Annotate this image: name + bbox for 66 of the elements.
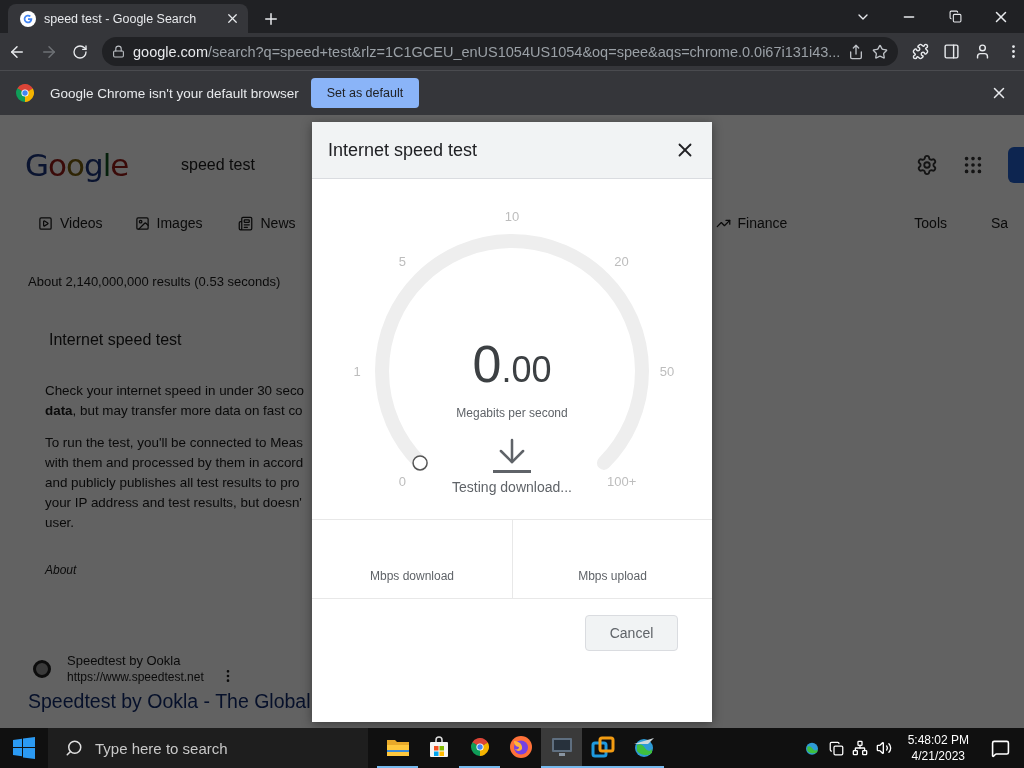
speed-reading: 0.00 <box>472 338 552 390</box>
gauge-tick-label: 1 <box>353 364 361 379</box>
dialog-title: Internet speed test <box>328 139 478 161</box>
gauge-tick-label: 50 <box>659 364 675 379</box>
apps-grid-icon[interactable] <box>962 154 984 176</box>
google-favicon-icon <box>20 10 36 27</box>
search-tab[interactable]: Videos <box>38 215 103 231</box>
overlapping-squares-icon <box>590 735 615 759</box>
gauge-tick-label: 20 <box>614 254 629 270</box>
chrome-icon <box>16 84 34 102</box>
taskbar-search-field[interactable]: Type here to search <box>48 728 368 768</box>
address-bar[interactable]: google.com/search?q=speed+test&rlz=1C1GCEU_enUS1054US1054&oq=spee&aqs=chrome.0.0i67i131i43... <box>102 37 899 66</box>
extensions-icon[interactable] <box>912 43 930 60</box>
side-panel-icon[interactable] <box>943 43 961 60</box>
site-name: Speedtest by Ookla <box>67 653 182 668</box>
network-icon[interactable] <box>851 740 868 756</box>
url-text: google.com/search?q=speed+test&rlz=1C1GCEU_enUS1054US1054&oq=spee&aqs=chrome.0.0i67i131i43... <box>133 43 841 60</box>
set-default-button[interactable]: Set as default <box>310 78 420 108</box>
firefox-icon <box>508 735 533 759</box>
gauge-tick-label: 10 <box>504 209 520 224</box>
infobar-message: Google Chrome isn't your default browser <box>50 85 299 101</box>
stat-label: Mbps upload <box>578 569 647 583</box>
cancel-button[interactable]: Cancel <box>585 615 678 651</box>
folder-icon <box>385 737 410 757</box>
shopping-bag-icon <box>427 736 450 758</box>
search-tab[interactable]: News <box>238 215 296 231</box>
newspaper-icon <box>238 215 254 231</box>
status-text: Testing download... <box>452 479 572 495</box>
results-count: About 2,140,000,000 results (0.53 seconds) <box>28 274 282 289</box>
image-icon <box>134 215 150 231</box>
search-tab[interactable]: Finance <box>715 215 788 231</box>
site-url: https://www.speedtest.net <box>67 670 204 684</box>
card-title: Internet speed test <box>49 331 183 349</box>
google-logo: Google <box>25 147 130 183</box>
search-tab[interactable]: Tools <box>914 215 947 231</box>
notifications-icon[interactable] <box>991 738 1010 758</box>
browser-tab[interactable]: speed test - Google Search <box>8 4 248 33</box>
paragraph: Check your internet speed in under 30 seco data, but may transfer more data on fast co <box>45 382 306 420</box>
restore-icon[interactable] <box>948 10 962 23</box>
gauge-tick-label: 5 <box>398 254 406 270</box>
settings-icon[interactable] <box>916 154 938 176</box>
share-icon[interactable] <box>848 43 865 60</box>
monitor-icon <box>549 736 574 758</box>
site-icon <box>33 659 51 678</box>
search-tab[interactable]: Images <box>134 215 203 231</box>
volume-icon[interactable] <box>875 740 892 756</box>
lock-icon <box>112 45 125 58</box>
clock[interactable]: 5:48:02 PM 4/21/2023 <box>907 732 969 764</box>
taskbar-app-button[interactable] <box>541 728 582 768</box>
close-icon[interactable] <box>225 11 240 26</box>
gauge-tick-label: 0 <box>398 473 406 489</box>
stat-label: Mbps download <box>369 569 455 583</box>
search-tab[interactable]: Sa <box>991 215 1009 231</box>
search-icon <box>65 739 83 757</box>
tab-title: speed test - Google Search <box>44 11 198 26</box>
video-icon <box>38 215 53 231</box>
search-query[interactable]: speed test <box>181 156 255 174</box>
windows-start-icon[interactable] <box>12 736 36 760</box>
gauge-marker <box>412 455 428 471</box>
reload-icon[interactable] <box>72 43 88 60</box>
star-icon[interactable] <box>872 43 889 60</box>
gauge-tick-label: 100+ <box>606 473 637 489</box>
paragraph: To run the test, you'll be connected to Meas with them and processed by them in accord and publicly publishes all test results to pro your IP address and test results, but doesn' user. <box>45 434 305 532</box>
chrome-icon <box>470 738 489 756</box>
unit-label: Megabits per second <box>456 406 568 420</box>
task-view-icon[interactable] <box>828 740 844 756</box>
